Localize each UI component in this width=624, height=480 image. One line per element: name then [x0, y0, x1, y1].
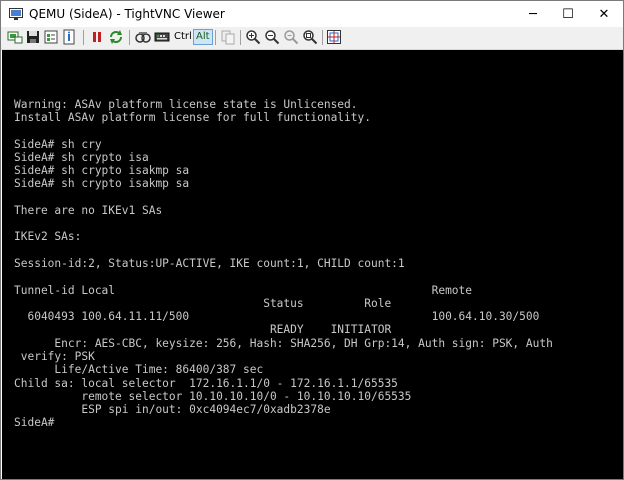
toolbar-separator — [322, 30, 323, 45]
transfer-icon — [135, 32, 151, 43]
terminal-line: SideA# sh crypto isakmp sa — [14, 177, 190, 190]
toolbar: Ctrl Alt — [1, 27, 623, 50]
send-ctrl-alt-del-button[interactable] — [154, 29, 170, 45]
zoom-auto-button[interactable] — [302, 29, 318, 45]
refresh-icon — [110, 30, 122, 44]
terminal-line: IKEv2 SAs: — [14, 230, 82, 243]
zoom-100-button[interactable] — [283, 29, 299, 45]
terminal-line: READY INITIATOR — [14, 323, 392, 336]
clipboard-icon — [221, 30, 235, 45]
terminal-line: Tunnel-id Local Remote — [14, 284, 473, 297]
toolbar-separator — [83, 30, 84, 45]
zoom-out-icon — [265, 30, 280, 45]
new-connection-icon — [7, 31, 23, 44]
terminal-line: There are no IKEv1 SAs — [14, 204, 163, 217]
refresh-button[interactable] — [108, 29, 124, 45]
connection-info-button[interactable] — [61, 29, 77, 45]
terminal-line: Child sa: local selector 172.16.1.1/0 - … — [14, 377, 398, 390]
terminal-line: remote selector 10.10.10.10/0 - 10.10.10… — [14, 390, 412, 403]
save-button[interactable] — [25, 29, 41, 45]
close-icon: ✕ — [598, 6, 610, 22]
terminal-line: Session-id:2, Status:UP-ACTIVE, IKE coun… — [14, 257, 405, 270]
fullscreen-icon — [327, 30, 341, 44]
terminal-line: 6040493 100.64.11.11/500 100.64.10.30/50… — [14, 310, 540, 323]
vnc-viewer-window: QEMU (SideA) - TightVNC Viewer ─ ☐ ✕ Ctr… — [0, 0, 624, 480]
close-button[interactable]: ✕ — [586, 1, 622, 27]
minimize-icon: ─ — [529, 6, 537, 22]
options-button[interactable] — [43, 29, 59, 45]
terminal-line: Warning: ASAv platform license state is … — [14, 98, 358, 111]
zoom-in-button[interactable] — [245, 29, 261, 45]
zoom-in-icon — [246, 30, 261, 45]
pause-icon — [93, 32, 101, 42]
title-bar[interactable]: QEMU (SideA) - TightVNC Viewer ─ ☐ ✕ — [1, 1, 623, 27]
maximize-button[interactable]: ☐ — [550, 1, 586, 27]
zoom-100-icon — [284, 30, 299, 45]
zoom-out-button[interactable] — [264, 29, 280, 45]
terminal-line: Encr: AES-CBC, keysize: 256, Hash: SHA25… — [14, 337, 553, 350]
terminal-line: verify: PSK — [14, 350, 95, 363]
terminal-line: Life/Active Time: 86400/387 sec — [14, 363, 264, 376]
terminal-prompt: SideA# — [14, 416, 55, 429]
terminal-line: ESP spi in/out: 0xc4094ec7/0xadb2378e — [14, 403, 331, 416]
terminal-line: SideA# sh crypto isakmp sa — [14, 164, 190, 177]
minimize-button[interactable]: ─ — [515, 1, 551, 27]
save-icon — [27, 31, 39, 43]
window-title: QEMU (SideA) - TightVNC Viewer — [29, 7, 225, 21]
remote-desktop-screen[interactable]: Warning: ASAv platform license state is … — [2, 50, 623, 479]
toolbar-separator — [129, 30, 130, 45]
connection-info-icon — [63, 29, 75, 45]
clipboard-button[interactable] — [220, 29, 236, 45]
terminal-line: Install ASAv platform license for full f… — [14, 111, 371, 124]
terminal-line: Status Role — [14, 297, 392, 310]
fullscreen-button[interactable] — [326, 29, 342, 45]
terminal-line: SideA# sh cry — [14, 138, 102, 151]
pause-button[interactable] — [89, 29, 105, 45]
transfer-button[interactable] — [135, 29, 151, 45]
toolbar-separator — [215, 30, 216, 45]
send-ctrl-alt-del-icon — [154, 32, 170, 42]
zoom-auto-icon — [303, 30, 318, 45]
alt-toggle-button[interactable]: Alt — [193, 29, 213, 45]
ctrl-toggle-button[interactable]: Ctrl — [172, 29, 194, 45]
vnc-app-icon — [9, 8, 23, 20]
maximize-icon: ☐ — [562, 6, 574, 22]
new-connection-button[interactable] — [7, 29, 23, 45]
terminal-line: SideA# sh crypto isa — [14, 151, 149, 164]
options-icon — [44, 30, 58, 44]
toolbar-separator — [240, 30, 241, 45]
